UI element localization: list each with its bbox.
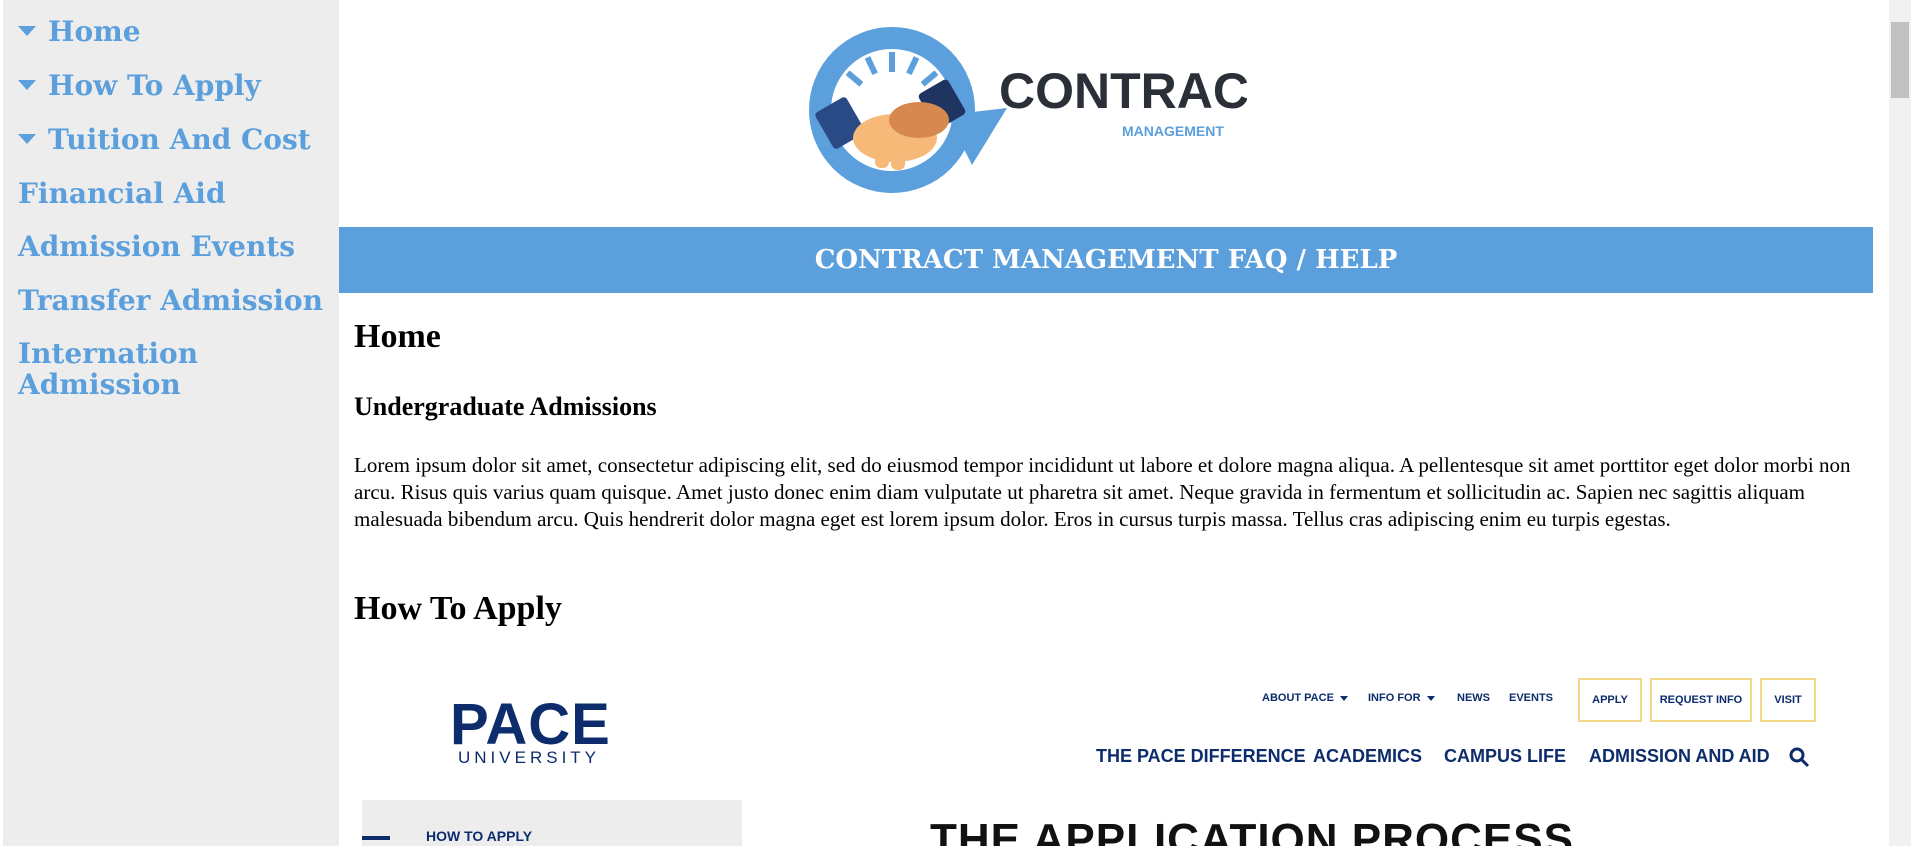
section-subheading: Undergraduate Admissions [354, 392, 657, 421]
logo-tick [845, 70, 864, 87]
caret-down-icon [18, 80, 36, 90]
main-content: CONTRACT MANAGEMENT CONTRACT MANAGEMENT … [339, 0, 1873, 846]
sidebar-item-label: Transfer Admission [18, 284, 323, 317]
section-paragraph: Lorem ipsum dolor sit amet, consectetur … [354, 453, 1851, 531]
logo-sub: MANAGEMENT [1122, 123, 1224, 139]
pace-nav-academics: ACADEMICS [1313, 746, 1423, 766]
scrollbar[interactable] [1889, 0, 1911, 846]
pace-logo-sub: UNIVERSITY [458, 748, 601, 767]
sidebar-item-admission-events[interactable]: Admission Events [18, 231, 295, 262]
section-heading-how-to-apply: How To Apply [354, 590, 562, 627]
banner-title: CONTRACT MANAGEMENT FAQ / HELP [814, 245, 1398, 275]
scrollbar-thumb[interactable] [1891, 22, 1909, 98]
sidebar-item-label: Admission Events [18, 230, 295, 263]
sidebar-item-tuition-and-cost[interactable]: Tuition And Cost [18, 124, 311, 155]
sidebar-item-home[interactable]: Home [18, 16, 141, 47]
pace-nav-campus-life: CAMPUS LIFE [1444, 746, 1567, 766]
logo-tick [920, 70, 939, 87]
sidebar-item-label: Internation Admission [18, 337, 199, 401]
caret-down-icon [18, 26, 36, 36]
caret-down-icon [18, 134, 36, 144]
util-link-events: EVENTS [1509, 692, 1554, 704]
pace-visit-button: VISIT [1760, 678, 1816, 722]
pace-side-label: HOW TO APPLY [426, 828, 533, 844]
sidebar-item-financial-aid[interactable]: Financial Aid [18, 178, 226, 209]
dropdown-icon [1339, 695, 1348, 701]
sidebar-item-label: Home [48, 15, 141, 48]
sidebar-item-label: How To Apply [48, 69, 261, 102]
logo-word: CONTRACT [999, 63, 1247, 119]
sidebar-item-internation-admission[interactable]: Internation Admission [18, 338, 318, 400]
util-link-news: NEWS [1457, 692, 1490, 704]
pace-nav-admission-aid: ADMISSION AND AID [1589, 746, 1770, 766]
sidebar: Home How To Apply Tuition And Cost Finan… [3, 0, 339, 846]
sidebar-item-how-to-apply[interactable]: How To Apply [18, 70, 261, 101]
pace-logo: PACE [450, 692, 611, 757]
contract-management-logo: CONTRACT MANAGEMENT [809, 27, 1247, 193]
pace-apply-button: APPLY [1578, 678, 1642, 722]
search-icon [1789, 747, 1810, 768]
sidebar-item-transfer-admission[interactable]: Transfer Admission [18, 285, 323, 316]
faq-banner: CONTRACT MANAGEMENT FAQ / HELP [339, 227, 1873, 293]
section-heading-home: Home [354, 318, 441, 355]
logo-tick [906, 56, 920, 76]
pace-side-nav: HOW TO APPLY [362, 800, 742, 846]
util-link-about-pace: ABOUT PACE [1262, 692, 1348, 704]
pace-page-title: THE APPLICATION PROCESS [930, 815, 1574, 846]
dropdown-icon [1426, 695, 1435, 701]
pace-nav-difference: THE PACE DIFFERENCE [1096, 746, 1306, 766]
util-link-info-for: INFO FOR [1368, 692, 1435, 704]
logo-tick [864, 56, 878, 76]
pace-request-info-button: REQUEST INFO [1650, 678, 1752, 722]
sidebar-item-label: Financial Aid [18, 177, 226, 210]
logo-tick [889, 52, 895, 72]
sidebar-item-label: Tuition And Cost [48, 123, 311, 156]
embedded-screenshot: PACE UNIVERSITY ABOUT PACE INFO FOR NEWS… [362, 660, 1862, 846]
collapse-dash-icon [362, 836, 390, 840]
